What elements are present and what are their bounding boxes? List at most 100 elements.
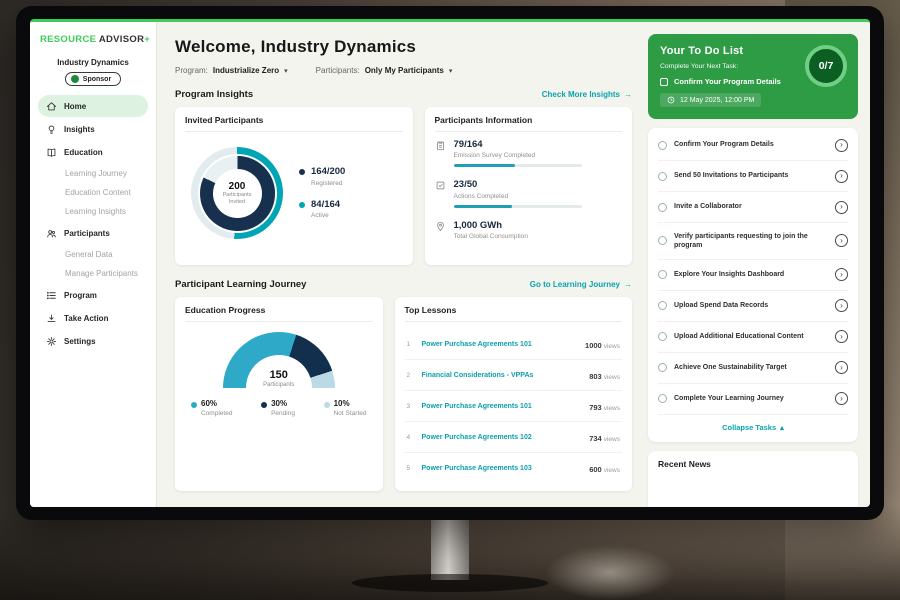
chevron-right-icon[interactable]: ›	[835, 139, 848, 152]
checklist-icon	[435, 180, 446, 191]
sidebar-item-label: Education	[64, 148, 103, 157]
program-filter-dropdown[interactable]: Program: Industrialize Zero ▾	[175, 66, 288, 75]
task-row-upload-educational-content[interactable]: Upload Additional Educational Content ›	[658, 322, 848, 353]
progress-bar	[454, 164, 582, 167]
sidebar-item-insights[interactable]: Insights	[38, 118, 148, 140]
chevron-right-icon[interactable]: ›	[835, 234, 848, 247]
task-row-verify-participants[interactable]: Verify participants requesting to join t…	[658, 223, 848, 260]
sidebar-item-learning-insights[interactable]: Learning Insights	[30, 202, 156, 221]
lesson-row: 3 Power Purchase Agreements 101 793views	[405, 391, 623, 422]
todo-progress-badge: 0/7	[805, 45, 847, 87]
clock-icon	[667, 96, 675, 104]
sidebar-item-label: Education Content	[65, 188, 131, 197]
gear-icon	[46, 336, 57, 347]
lesson-views-unit: views	[604, 343, 620, 350]
sidebar-item-learning-journey[interactable]: Learning Journey	[30, 164, 156, 183]
lesson-views-unit: views	[604, 436, 620, 443]
checkbox-icon[interactable]	[658, 332, 667, 341]
lesson-link[interactable]: Power Purchase Agreements 102	[422, 434, 583, 441]
lesson-views: 600	[589, 465, 602, 474]
chevron-right-icon[interactable]: ›	[835, 299, 848, 312]
card-title: Top Lessons	[405, 305, 623, 322]
task-label: Confirm Your Program Details	[674, 140, 828, 149]
lesson-row: 4 Power Purchase Agreements 102 734views	[405, 422, 623, 453]
sidebar-item-label: Take Action	[64, 314, 108, 323]
task-label: Complete Your Learning Journey	[674, 394, 828, 403]
stat-label: Emission Survey Completed	[454, 152, 582, 159]
sidebar-item-label: Manage Participants	[65, 269, 138, 278]
sidebar-item-participants[interactable]: Participants	[38, 222, 148, 244]
task-row-explore-insights[interactable]: Explore Your Insights Dashboard ›	[658, 260, 848, 291]
task-row-upload-spend-data[interactable]: Upload Spend Data Records ›	[658, 291, 848, 322]
sidebar-item-label: Learning Journey	[65, 169, 127, 178]
sidebar-item-manage-participants[interactable]: Manage Participants	[30, 264, 156, 283]
checkbox-icon[interactable]	[658, 141, 667, 150]
clipboard-icon	[435, 140, 446, 151]
stat-label: Total Global Consumption	[454, 233, 528, 240]
participants-filter-dropdown[interactable]: Participants: Only My Participants ▾	[316, 66, 453, 75]
chevron-right-icon[interactable]: ›	[835, 330, 848, 343]
checkbox-icon[interactable]	[660, 78, 668, 86]
checkbox-icon[interactable]	[658, 301, 667, 310]
chevron-right-icon[interactable]: ›	[835, 201, 848, 214]
todo-panel: Your To Do List Complete Your Next Task:…	[646, 22, 870, 507]
legend-dot	[261, 402, 267, 408]
lesson-rank: 1	[407, 341, 415, 348]
sidebar-item-education-content[interactable]: Education Content	[30, 183, 156, 202]
checkbox-icon[interactable]	[658, 270, 667, 279]
sidebar-item-label: Settings	[64, 337, 96, 346]
sidebar-item-education[interactable]: Education	[38, 141, 148, 163]
sidebar-item-take-action[interactable]: Take Action	[38, 307, 148, 329]
lesson-rank: 5	[407, 465, 415, 472]
task-label: Send 50 Invitations to Participants	[674, 171, 828, 180]
task-row-complete-learning-journey[interactable]: Complete Your Learning Journey ›	[658, 384, 848, 415]
stat-value: 1,000 GWh	[454, 220, 528, 231]
checkbox-icon[interactable]	[658, 394, 667, 403]
task-row-confirm-program[interactable]: Confirm Your Program Details ›	[658, 130, 848, 161]
legend-item-completed: 60% Completed	[191, 400, 232, 417]
top-lessons-card: Top Lessons 1 Power Purchase Agreements …	[395, 297, 633, 491]
lesson-link[interactable]: Power Purchase Agreements 103	[422, 465, 583, 472]
section-title-program-insights: Program Insights	[175, 89, 253, 100]
collapse-tasks-link[interactable]: Collapse Tasks ▴	[658, 415, 848, 438]
chevron-right-icon[interactable]: ›	[835, 361, 848, 374]
monitor-stand-shadow	[352, 574, 548, 592]
program-filter-value: Industrialize Zero	[213, 66, 279, 75]
legend-item-pending: 30% Pending	[261, 400, 295, 417]
sidebar-item-settings[interactable]: Settings	[38, 330, 148, 352]
lesson-views: 803	[589, 372, 602, 381]
chevron-right-icon[interactable]: ›	[835, 268, 848, 281]
donut-legend: 164/200 Registered 84/164 Active	[299, 167, 345, 219]
sidebar-item-program[interactable]: Program	[38, 284, 148, 306]
global-consumption-stat: 1,000 GWh Total Global Consumption	[435, 220, 623, 245]
legend-label: Registered	[311, 180, 345, 187]
checkbox-icon[interactable]	[658, 236, 667, 245]
checkbox-icon[interactable]	[658, 363, 667, 372]
lesson-views: 1000	[585, 341, 602, 350]
checkbox-icon[interactable]	[658, 172, 667, 181]
gauge-center-value: 150	[270, 370, 288, 381]
checkbox-icon[interactable]	[658, 203, 667, 212]
lesson-views-unit: views	[604, 405, 620, 412]
screen: RESOURCE ADVISOR+ Industry Dynamics Spon…	[30, 19, 870, 507]
check-more-insights-link[interactable]: Check More Insights →	[542, 90, 632, 99]
task-row-achieve-sustainability-target[interactable]: Achieve One Sustainability Target ›	[658, 353, 848, 384]
section-title-learning-journey: Participant Learning Journey	[175, 279, 306, 290]
sidebar-nav: Home Insights Education Learning Journey…	[30, 95, 156, 352]
go-to-learning-journey-link[interactable]: Go to Learning Journey →	[530, 280, 632, 289]
chevron-right-icon[interactable]: ›	[835, 392, 848, 405]
lesson-link[interactable]: Financial Considerations - VPPAs	[422, 372, 583, 379]
lesson-link[interactable]: Power Purchase Agreements 101	[422, 341, 579, 348]
sidebar-item-general-data[interactable]: General Data	[30, 245, 156, 264]
task-label: Achieve One Sustainability Target	[674, 363, 828, 372]
monitor: RESOURCE ADVISOR+ Industry Dynamics Spon…	[16, 6, 884, 520]
legend-label: Pending	[271, 410, 295, 417]
chevron-down-icon: ▾	[449, 67, 453, 75]
sponsor-label: Sponsor	[83, 76, 111, 83]
gauge-legend: 60% Completed 30% Pending	[185, 390, 373, 419]
chevron-right-icon[interactable]: ›	[835, 170, 848, 183]
task-row-send-invitations[interactable]: Send 50 Invitations to Participants ›	[658, 161, 848, 192]
sidebar-item-home[interactable]: Home	[38, 95, 148, 117]
task-row-invite-collaborator[interactable]: Invite a Collaborator ›	[658, 192, 848, 223]
lesson-link[interactable]: Power Purchase Agreements 101	[422, 403, 583, 410]
